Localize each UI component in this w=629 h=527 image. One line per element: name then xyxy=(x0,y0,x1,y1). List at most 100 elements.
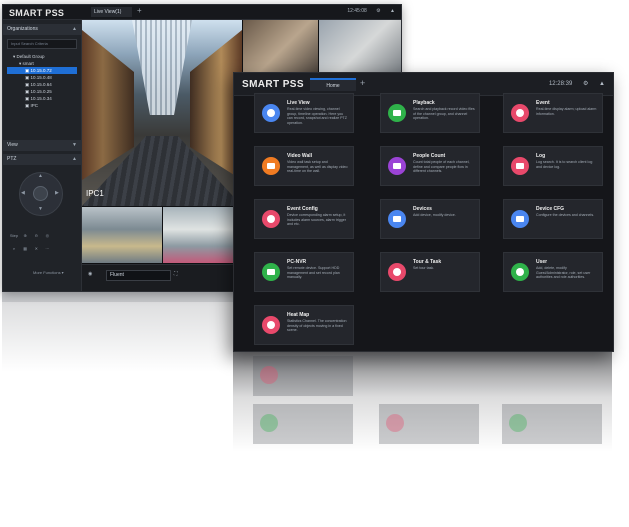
module-title: Live View xyxy=(287,100,310,106)
ptz-left-icon[interactable]: ◀ xyxy=(21,190,25,196)
zoom-out-icon[interactable]: ⊖ xyxy=(31,233,41,238)
module-tile-people-count[interactable]: People Count Count total people of each c… xyxy=(380,146,480,186)
dots-icon[interactable]: ⋯ xyxy=(42,246,52,251)
event-config-icon xyxy=(262,210,280,228)
module-title: Heat Map xyxy=(287,312,310,318)
module-tile-event[interactable]: Event Real-time display alarm; upload ala… xyxy=(503,93,603,133)
arcade-left-wall xyxy=(82,30,134,180)
stream-select[interactable]: Fluent xyxy=(106,270,171,281)
module-description: Add, delete, modify Guest/Administrator,… xyxy=(536,266,591,280)
arcade-roof xyxy=(132,20,192,115)
module-tile-playback[interactable]: Playback Search and playback record video… xyxy=(380,93,480,133)
tour-task-icon xyxy=(388,263,406,281)
live-view-titlebar: SMART PSS Live View(1) + 12:45:08 ⚙ ▲ xyxy=(3,5,401,20)
module-description: Statistics Channel. The concentration de… xyxy=(287,319,347,333)
cross-icon[interactable]: ✕ xyxy=(31,246,41,251)
tree-item[interactable]: ▣ 10.15.0.34 xyxy=(7,95,81,102)
zoom-in-icon[interactable]: ⊕ xyxy=(20,233,30,238)
module-tile-device-cfg[interactable]: Device CFG Configure the devices and chan… xyxy=(503,199,603,239)
more-functions-button[interactable]: More Functions ▾ xyxy=(33,270,81,275)
settings-icon[interactable]: ⚙ xyxy=(376,8,380,14)
organizations-label: Organizations xyxy=(7,26,38,32)
video-wall-icon xyxy=(262,157,280,175)
icon-glyph xyxy=(516,109,524,117)
alarm-icon[interactable]: ▲ xyxy=(390,8,395,14)
reflection-tile xyxy=(502,404,602,444)
tree-item[interactable]: ▣ IPC xyxy=(7,102,81,109)
fullscreen-icon[interactable]: ⛶ xyxy=(174,271,178,277)
module-title: Event xyxy=(536,100,550,106)
search-icon[interactable]: ⌕ xyxy=(9,246,19,251)
camera-view-5[interactable] xyxy=(163,207,243,263)
module-tile-tour-task[interactable]: Tour & Task Set tour task. xyxy=(380,252,480,292)
icon-glyph xyxy=(393,110,401,116)
module-title: PC-NVR xyxy=(287,259,307,265)
module-description: Count total people of each channel, defi… xyxy=(413,160,470,174)
ptz-step-row: Step ⊕ ⊖ ◎ xyxy=(9,233,75,238)
module-description: Add device, modify device. xyxy=(413,213,456,217)
tree-item[interactable]: ▾ smart xyxy=(7,60,81,67)
tab-home[interactable]: Home xyxy=(310,78,356,91)
add-tab-button[interactable]: + xyxy=(360,78,365,88)
module-tile-video-wall[interactable]: Video Wall Video wall task setup and mana… xyxy=(254,146,354,186)
tree-item[interactable]: ▣ 10.15.0.64 xyxy=(7,81,81,88)
playback-icon xyxy=(388,104,406,122)
app-brand: SMART PSS xyxy=(9,8,65,18)
settings-icon[interactable]: ⚙ xyxy=(583,81,588,87)
ptz-right-icon[interactable]: ▶ xyxy=(55,190,59,196)
module-title: Event Config xyxy=(287,206,318,212)
module-tile-live-view[interactable]: Live View Real-time video viewing, channe… xyxy=(254,93,354,133)
chevron-up-icon: ▲ xyxy=(72,156,77,162)
module-description: Real-time video viewing, channel group, … xyxy=(287,107,347,125)
module-description: Configure the devices and channels. xyxy=(536,213,595,217)
module-description: Log search. It is to search client log a… xyxy=(536,160,593,169)
module-tile-event-config[interactable]: Event Config Device corresponding alarm s… xyxy=(254,199,354,239)
module-description: Search and playback record video files o… xyxy=(413,107,475,121)
tree-item[interactable]: ▣ 10.15.0.72 xyxy=(7,67,77,74)
icon-glyph xyxy=(516,163,524,169)
reflection-tile xyxy=(253,404,353,444)
tree-item[interactable]: ▾ Default Group xyxy=(7,53,81,60)
module-title: Devices xyxy=(413,206,432,212)
reflection-tile xyxy=(379,404,479,444)
tree-item[interactable]: ▣ 10.15.0.25 xyxy=(7,88,81,95)
device-search-input[interactable]: Input Search Criteria xyxy=(7,39,77,49)
module-tile-devices[interactable]: Devices Add device, modify device. xyxy=(380,199,480,239)
ptz-down-icon[interactable]: ▼ xyxy=(38,206,43,212)
icon-glyph xyxy=(267,109,275,117)
tab-live-view[interactable]: Live View(1) xyxy=(91,7,132,17)
home-reflection xyxy=(233,352,612,452)
view-section-header[interactable]: View ▼ xyxy=(3,140,81,151)
module-title: Video Wall xyxy=(287,153,313,159)
ptz-center-button[interactable] xyxy=(33,186,48,201)
ptz-up-icon[interactable]: ▲ xyxy=(38,173,43,179)
module-tile-heat-map[interactable]: Heat Map Statistics Channel. The concentr… xyxy=(254,305,354,345)
camera-icon[interactable]: ◉ xyxy=(88,271,92,277)
grid-icon[interactable]: ▦ xyxy=(20,246,30,251)
add-tab-button[interactable]: + xyxy=(137,6,142,15)
camera-view-main[interactable]: IPC1 xyxy=(82,20,242,206)
ptz-joystick[interactable]: ▲ ▼ ◀ ▶ xyxy=(9,172,73,228)
ptz-section-header[interactable]: PTZ ▲ xyxy=(3,154,81,165)
module-description: Real-time display alarm; upload alarm in… xyxy=(536,107,597,116)
event-icon xyxy=(511,104,529,122)
camera-view-4[interactable] xyxy=(82,207,162,263)
reflection-icon xyxy=(386,414,404,432)
module-description: Device corresponding alarm setup, it inc… xyxy=(287,213,346,227)
user-icon xyxy=(511,263,529,281)
module-title: Tour & Task xyxy=(413,259,442,265)
module-title: Playback xyxy=(413,100,435,106)
device-tree: ▾ Default Group ▾ smart ▣ 10.15.0.72 ▣ 1… xyxy=(7,53,81,109)
module-description: Set remote device. Support HDD managemen… xyxy=(287,266,340,280)
icon-glyph xyxy=(267,269,275,275)
clock-text: 12:45:08 xyxy=(347,8,367,14)
module-tile-user[interactable]: User Add, delete, modify Guest/Administra… xyxy=(503,252,603,292)
tree-item[interactable]: ▣ 10.15.0.48 xyxy=(7,74,81,81)
module-tile-pc-nvr[interactable]: PC-NVR Set remote device. Support HDD man… xyxy=(254,252,354,292)
focus-icon[interactable]: ◎ xyxy=(42,233,52,238)
alarm-icon[interactable]: ▲ xyxy=(599,81,605,87)
live-view-sidebar: Organizations ▲ Input Search Criteria ▾ … xyxy=(3,20,82,291)
pc-nvr-icon xyxy=(262,263,280,281)
module-tile-log[interactable]: Log Log search. It is to search client lo… xyxy=(503,146,603,186)
organizations-header[interactable]: Organizations ▲ xyxy=(3,24,81,35)
